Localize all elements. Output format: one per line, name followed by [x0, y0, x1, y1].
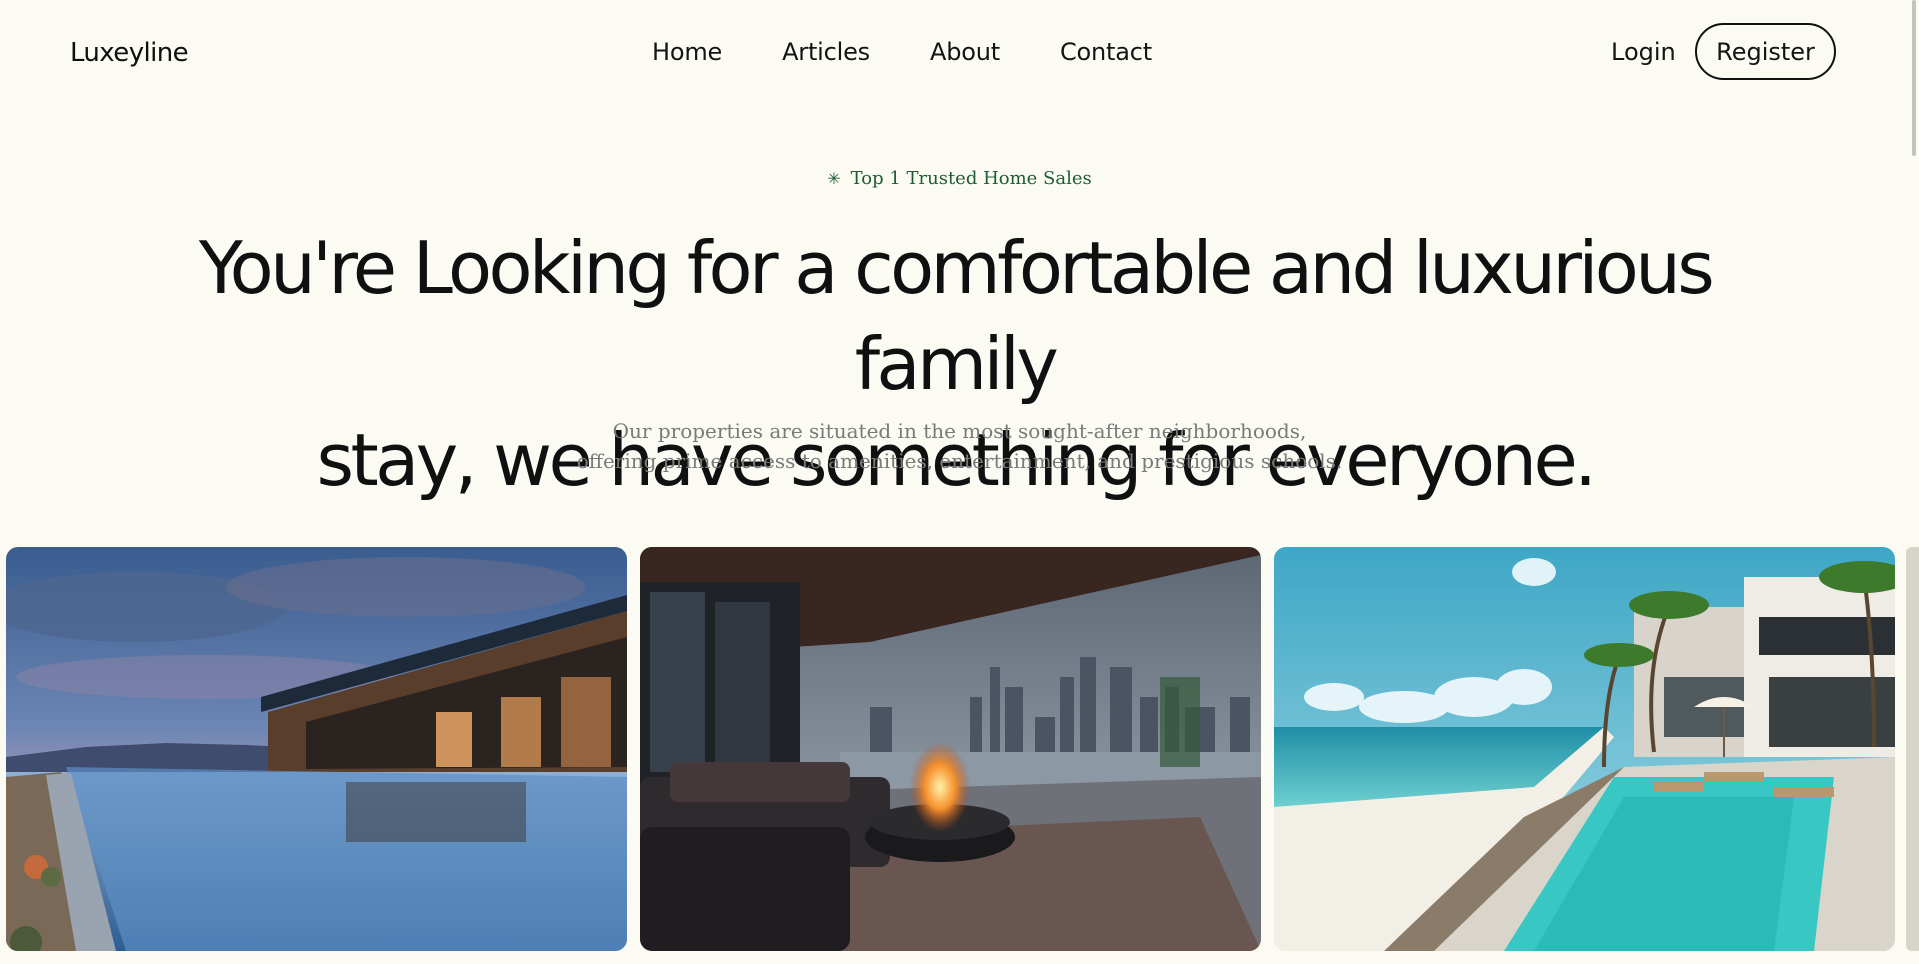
- trust-badge-text: Top 1 Trusted Home Sales: [850, 168, 1092, 189]
- nav-link-home[interactable]: Home: [652, 38, 722, 66]
- scrollbar-thumb[interactable]: [1912, 0, 1916, 156]
- hero-subtitle-line-2: offering prime access to amenities, ente…: [576, 449, 1343, 473]
- property-card-1[interactable]: [6, 547, 627, 951]
- hero-headline-line-1: You're Looking for a comfortable and lux…: [198, 226, 1715, 406]
- nav-link-about[interactable]: About: [930, 38, 1000, 66]
- login-link[interactable]: Login: [1611, 38, 1676, 66]
- beachfront-villa-pool-photo: [1274, 547, 1895, 951]
- brand-logo[interactable]: Luxeyline: [70, 38, 189, 68]
- main-menu: Home Articles About Contact: [652, 38, 1212, 66]
- sparkle-icon: ✳: [827, 169, 841, 188]
- hero-subtitle: Our properties are situated in the most …: [0, 416, 1919, 476]
- top-navigation: Luxeyline Home Articles About Contact Lo…: [0, 0, 1919, 106]
- property-card-2[interactable]: [640, 547, 1261, 951]
- desert-villa-infinity-pool-photo: [6, 547, 627, 951]
- hero-subtitle-line-1: Our properties are situated in the most …: [612, 419, 1307, 443]
- property-card-4-partial[interactable]: [1906, 547, 1919, 951]
- nav-link-contact[interactable]: Contact: [1060, 38, 1152, 66]
- rooftop-lounge-fire-pit-city-view-photo: [640, 547, 1261, 951]
- nav-link-articles[interactable]: Articles: [782, 38, 870, 66]
- trust-badge: ✳ Top 1 Trusted Home Sales: [0, 168, 1919, 189]
- register-button[interactable]: Register: [1695, 23, 1836, 80]
- property-card-3[interactable]: [1274, 547, 1895, 951]
